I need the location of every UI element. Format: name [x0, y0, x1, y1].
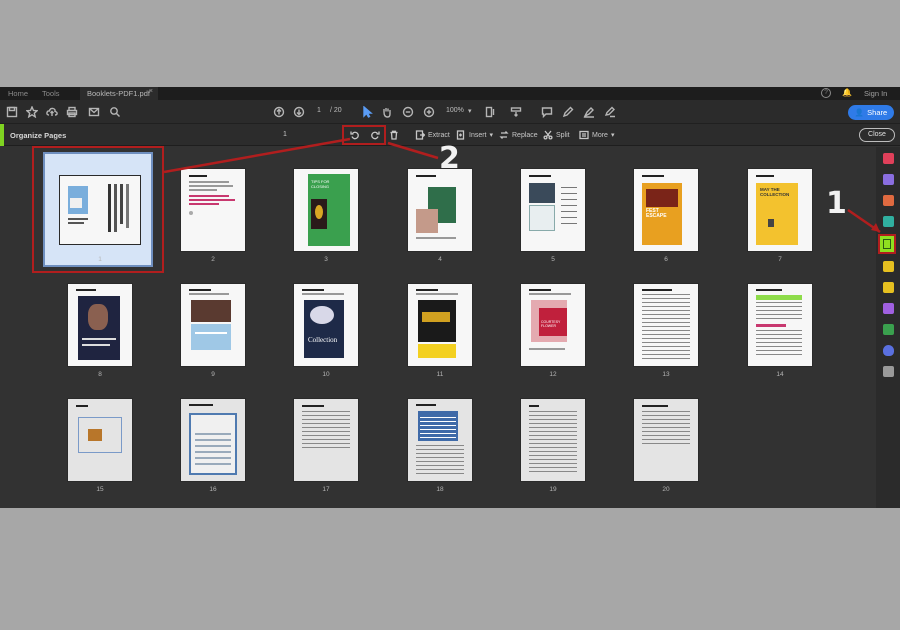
annotation-number-two: 2 [439, 141, 460, 176]
annotation-arrows [163, 137, 881, 234]
arrow-line-to-number-two [387, 141, 439, 160]
arrow-line-to-rotate [163, 137, 351, 174]
annotation-number-one: 1 [826, 186, 847, 221]
